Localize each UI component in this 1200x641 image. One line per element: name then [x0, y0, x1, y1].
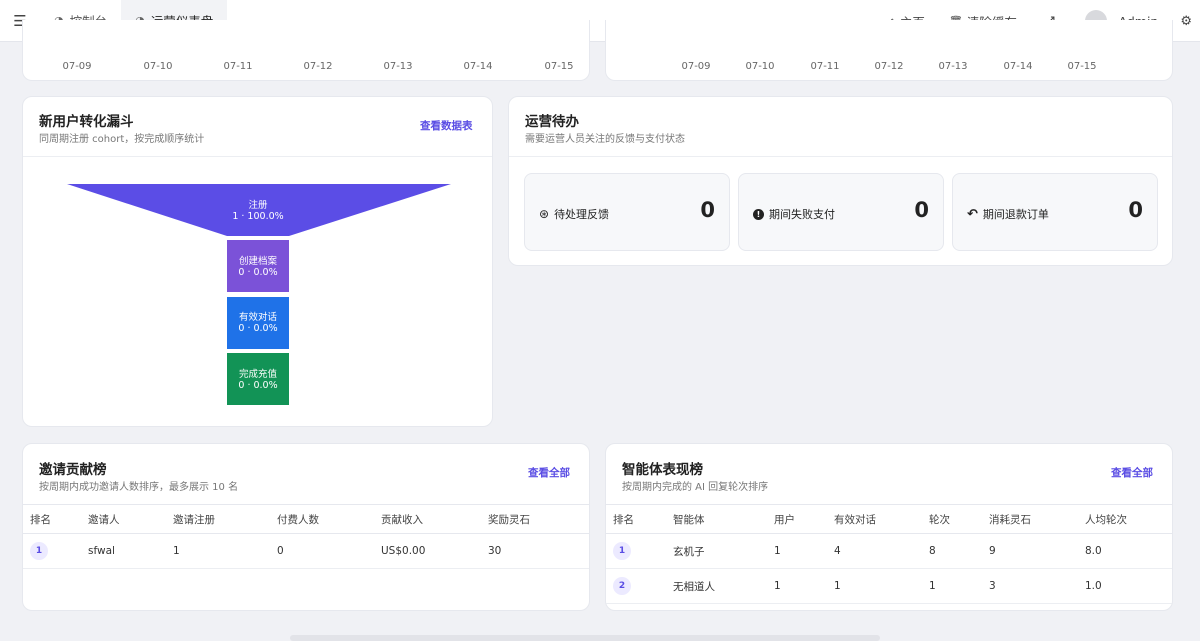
cell: 1.0	[1085, 568, 1172, 604]
agent-leaderboard-card: 智能体表现榜 按周期内完成的 AI 回复轮次排序 查看全部 排名 智能体 用户 …	[605, 443, 1173, 611]
column-header: 消耗灵石	[989, 504, 1085, 534]
trend-chart-card-left: 07-09 07-10 07-11 07-12 07-13 07-14 07-1…	[22, 20, 590, 81]
table-header-row: 排名 邀请人 邀请注册 付费人数 贡献收入 奖励灵石	[23, 504, 589, 534]
agents-title: 智能体表现榜	[622, 462, 703, 478]
cell: 1	[774, 568, 834, 604]
column-header: 付费人数	[277, 504, 381, 534]
cell: 30	[488, 533, 589, 569]
x-tick: 07-13	[938, 61, 968, 72]
todo-value: 0	[1128, 198, 1143, 222]
x-tick: 07-14	[463, 61, 493, 72]
todo-value: 0	[700, 198, 715, 222]
refund-orders-box[interactable]: ↶ 期间退款订单 0	[952, 173, 1158, 251]
x-tick: 07-10	[143, 61, 173, 72]
horizontal-scrollbar[interactable]	[290, 635, 880, 641]
funnel-card: 新用户转化漏斗 同周期注册 cohort，按完成顺序统计 查看数据表 注册 1 …	[22, 96, 493, 427]
funnel-stage-value: 0 · 0.0%	[238, 323, 278, 334]
agents-table: 排名 智能体 用户 有效对话 轮次 消耗灵石 人均轮次 1 玄机子 1 4 8 …	[606, 504, 1172, 604]
todo-title: 运营待办	[525, 114, 579, 130]
funnel-stage-value: 1 · 100.0%	[232, 211, 284, 222]
rank-badge: 2	[613, 577, 631, 595]
invite-title: 邀请贡献榜	[39, 462, 107, 478]
view-all-agents-link[interactable]: 查看全部	[1111, 465, 1153, 480]
invite-subtitle: 按周期内成功邀请人数排序，最多展示 10 名	[39, 482, 239, 493]
cell: US$0.00	[381, 533, 488, 569]
x-tick: 07-14	[1003, 61, 1033, 72]
x-tick: 07-15	[1067, 61, 1097, 72]
invite-leaderboard-card: 邀请贡献榜 按周期内成功邀请人数排序，最多展示 10 名 查看全部 排名 邀请人…	[22, 443, 590, 611]
cell: 3	[989, 568, 1085, 604]
table-row[interactable]: 2 无相道人 1 1 1 3 1.0	[606, 568, 1172, 604]
todo-value: 0	[914, 198, 929, 222]
view-all-invite-link[interactable]: 查看全部	[528, 465, 570, 480]
todo-label: 期间退款订单	[982, 208, 1049, 221]
agents-subtitle: 按周期内完成的 AI 回复轮次排序	[622, 482, 769, 493]
cell: 1	[834, 568, 929, 604]
column-header: 排名	[23, 504, 88, 534]
table-row[interactable]: 1 sfwal 1 0 US$0.00 30	[23, 533, 589, 569]
exclamation-icon: !	[753, 208, 764, 220]
cell: 8.0	[1085, 533, 1172, 569]
pending-feedback-box[interactable]: ⊛ 待处理反馈 0	[524, 173, 730, 251]
settings-button[interactable]: ⚙	[1172, 14, 1200, 29]
gear-icon: ⚙	[1180, 13, 1192, 29]
cell: 9	[989, 533, 1085, 569]
column-header: 邀请注册	[173, 504, 277, 534]
cell: 0	[277, 533, 381, 569]
failed-payments-box[interactable]: ! 期间失败支付 0	[738, 173, 944, 251]
divider	[509, 156, 1172, 157]
cell: 1	[929, 568, 989, 604]
x-tick: 07-12	[874, 61, 904, 72]
funnel-stage-value: 0 · 0.0%	[238, 267, 278, 278]
lifebuoy-icon: ⊛	[539, 207, 550, 221]
x-tick: 07-11	[223, 61, 253, 72]
x-tick: 07-13	[383, 61, 413, 72]
column-header: 排名	[606, 504, 673, 534]
column-header: 有效对话	[834, 504, 929, 534]
cell: 1	[173, 533, 277, 569]
x-tick: 07-09	[681, 61, 711, 72]
column-header: 人均轮次	[1085, 504, 1172, 534]
funnel-stage-value: 0 · 0.0%	[238, 380, 278, 391]
cell: 玄机子	[673, 533, 774, 569]
column-header: 邀请人	[88, 504, 173, 534]
todo-label: 期间失败支付	[769, 208, 835, 221]
column-header: 轮次	[929, 504, 989, 534]
cell: sfwal	[88, 533, 173, 569]
column-header: 用户	[774, 504, 834, 534]
x-tick: 07-12	[303, 61, 333, 72]
invite-table: 排名 邀请人 邀请注册 付费人数 贡献收入 奖励灵石 1 sfwal 1 0 U…	[23, 504, 589, 569]
cell: 8	[929, 533, 989, 569]
x-tick: 07-09	[62, 61, 92, 72]
table-header-row: 排名 智能体 用户 有效对话 轮次 消耗灵石 人均轮次	[606, 504, 1172, 534]
cell: 1	[774, 533, 834, 569]
rank-badge: 1	[613, 542, 631, 560]
x-tick: 07-11	[810, 61, 840, 72]
column-header: 智能体	[673, 504, 774, 534]
rank-badge: 1	[30, 542, 48, 560]
cell: 无相道人	[673, 568, 774, 604]
table-row[interactable]: 1 玄机子 1 4 8 9 8.0	[606, 533, 1172, 569]
cell: 4	[834, 533, 929, 569]
column-header: 贡献收入	[381, 504, 488, 534]
column-header: 奖励灵石	[488, 504, 589, 534]
reply-icon: ↶	[967, 206, 978, 222]
trend-chart-card-right: 07-09 07-10 07-11 07-12 07-13 07-14 07-1…	[605, 20, 1173, 81]
todo-label: 待处理反馈	[554, 208, 610, 221]
ops-todo-card: 运营待办 需要运营人员关注的反馈与支付状态 ⊛ 待处理反馈 0 ! 期间失败支付 0…	[508, 96, 1173, 266]
x-tick: 07-15	[544, 61, 574, 72]
todo-subtitle: 需要运营人员关注的反馈与支付状态	[525, 134, 685, 145]
x-tick: 07-10	[745, 61, 775, 72]
